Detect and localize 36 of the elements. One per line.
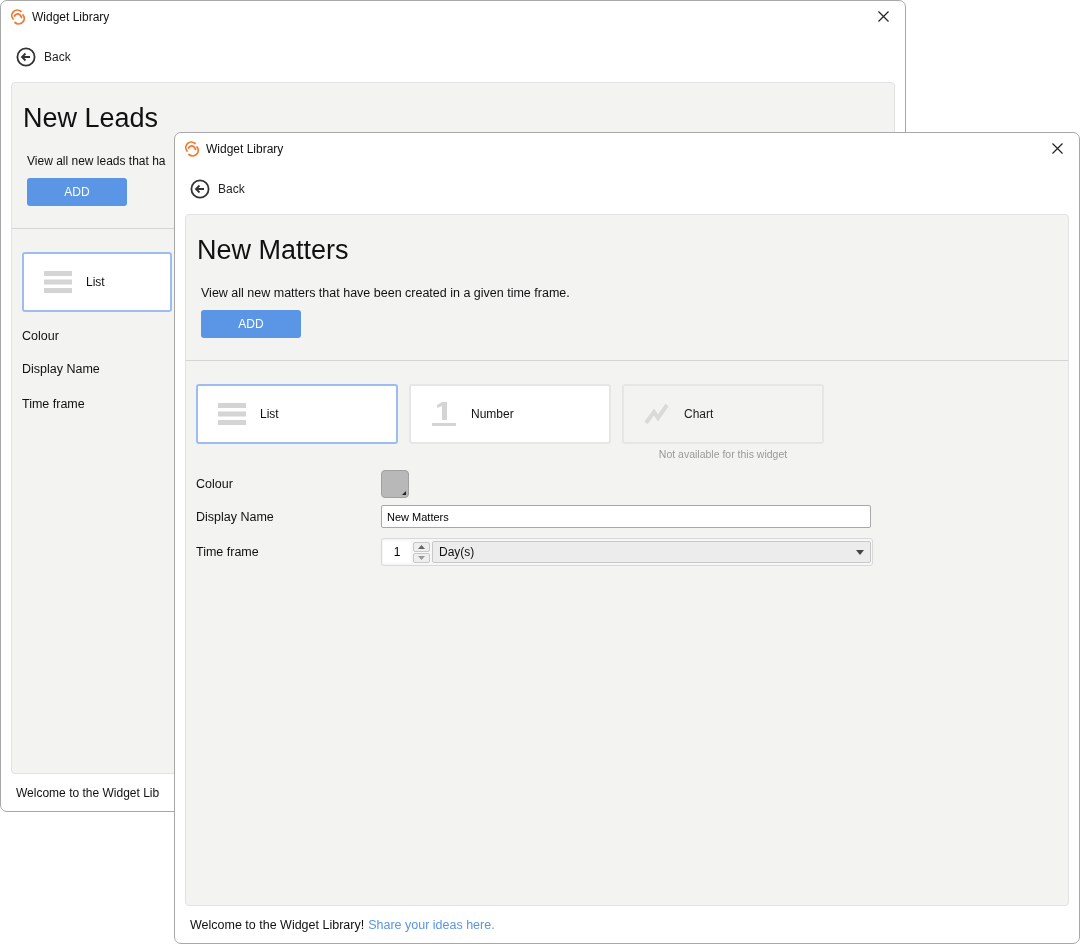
unit-dropdown[interactable]: Day(s) xyxy=(432,541,871,563)
back-button[interactable]: Back xyxy=(16,47,71,67)
field-label: Colour xyxy=(22,329,60,343)
widget-type-tile[interactable]: Number xyxy=(409,384,611,444)
field-label: Colour xyxy=(196,477,234,491)
widget-type-tile[interactable]: List xyxy=(196,384,398,444)
widget-type-tile[interactable]: List xyxy=(22,252,172,312)
field-label: Display Name xyxy=(22,361,101,376)
field-label: Time frame xyxy=(196,545,260,559)
logo-icon xyxy=(184,140,200,157)
display-name-field[interactable]: New Matters xyxy=(381,505,871,528)
logo-icon xyxy=(10,8,26,25)
back-button[interactable]: Back xyxy=(190,179,245,199)
welcome-text: Welcome to the Widget Library! xyxy=(190,917,365,932)
spin-up-button[interactable] xyxy=(413,541,430,552)
window-title: Widget Library xyxy=(32,9,111,24)
field-label: Display Name xyxy=(196,509,275,524)
spin-down-button[interactable] xyxy=(413,552,430,563)
list-icon xyxy=(44,270,72,294)
close-icon[interactable] xyxy=(878,11,889,22)
welcome-text: Welcome to the Widget Lib xyxy=(16,785,160,800)
dropdown-caret-icon xyxy=(856,549,864,555)
line-chart-icon xyxy=(644,402,670,426)
widget-description: View all new leads that ha xyxy=(27,154,167,168)
field-label: Time frame xyxy=(22,397,86,411)
widget-description: View all new matters that have been created in a given time frame. xyxy=(201,286,571,300)
down-triangle-icon xyxy=(418,555,425,560)
close-icon[interactable] xyxy=(1052,143,1063,154)
number-icon xyxy=(431,401,457,427)
list-icon xyxy=(218,402,246,426)
window-title: Widget Library xyxy=(206,141,285,156)
widget-heading: New Leads xyxy=(23,102,160,135)
up-triangle-icon xyxy=(418,544,425,549)
widget-heading: New Matters xyxy=(197,234,350,267)
number-field[interactable]: 1 xyxy=(383,541,411,563)
tile-note: Not available for this widget xyxy=(658,448,788,460)
